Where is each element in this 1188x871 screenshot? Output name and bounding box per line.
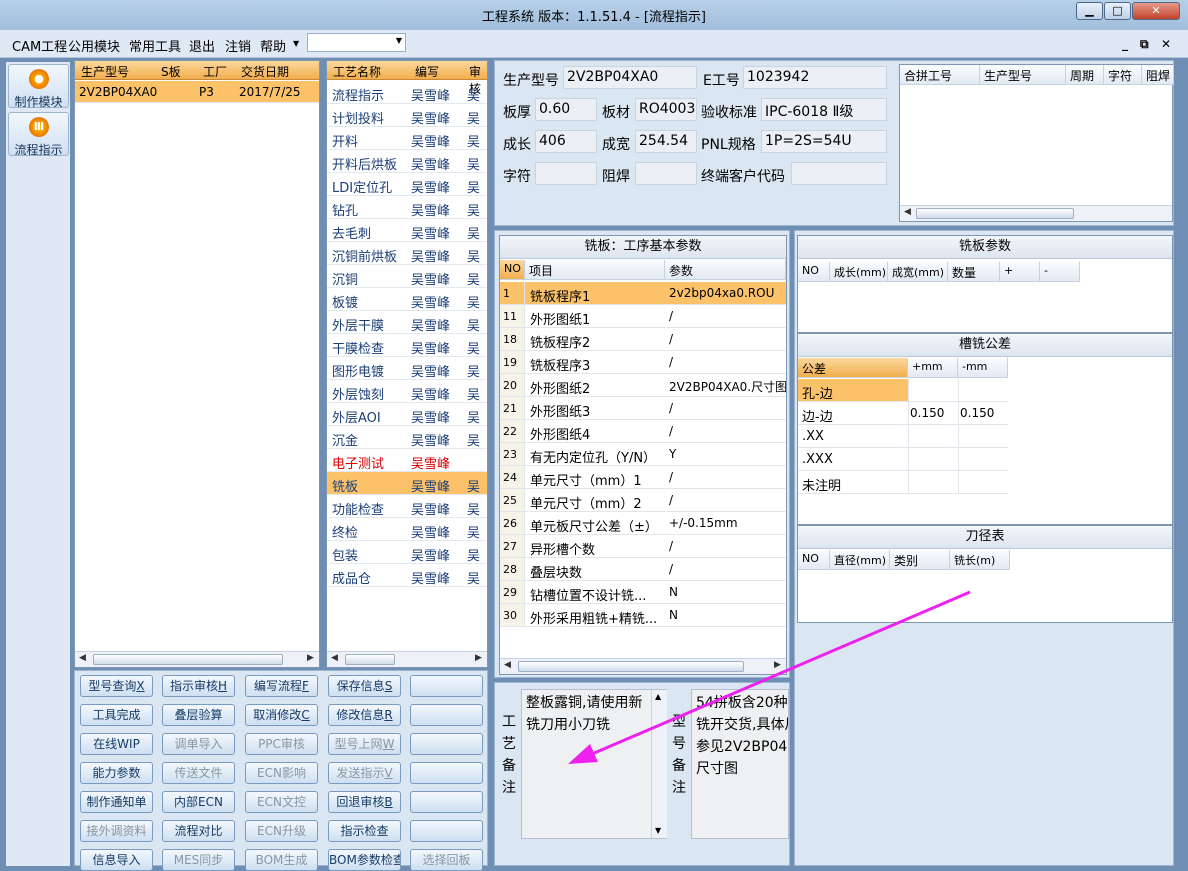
arrow-head [568, 744, 598, 764]
arrow-shaft [591, 590, 971, 756]
annotation-arrow [568, 590, 971, 764]
